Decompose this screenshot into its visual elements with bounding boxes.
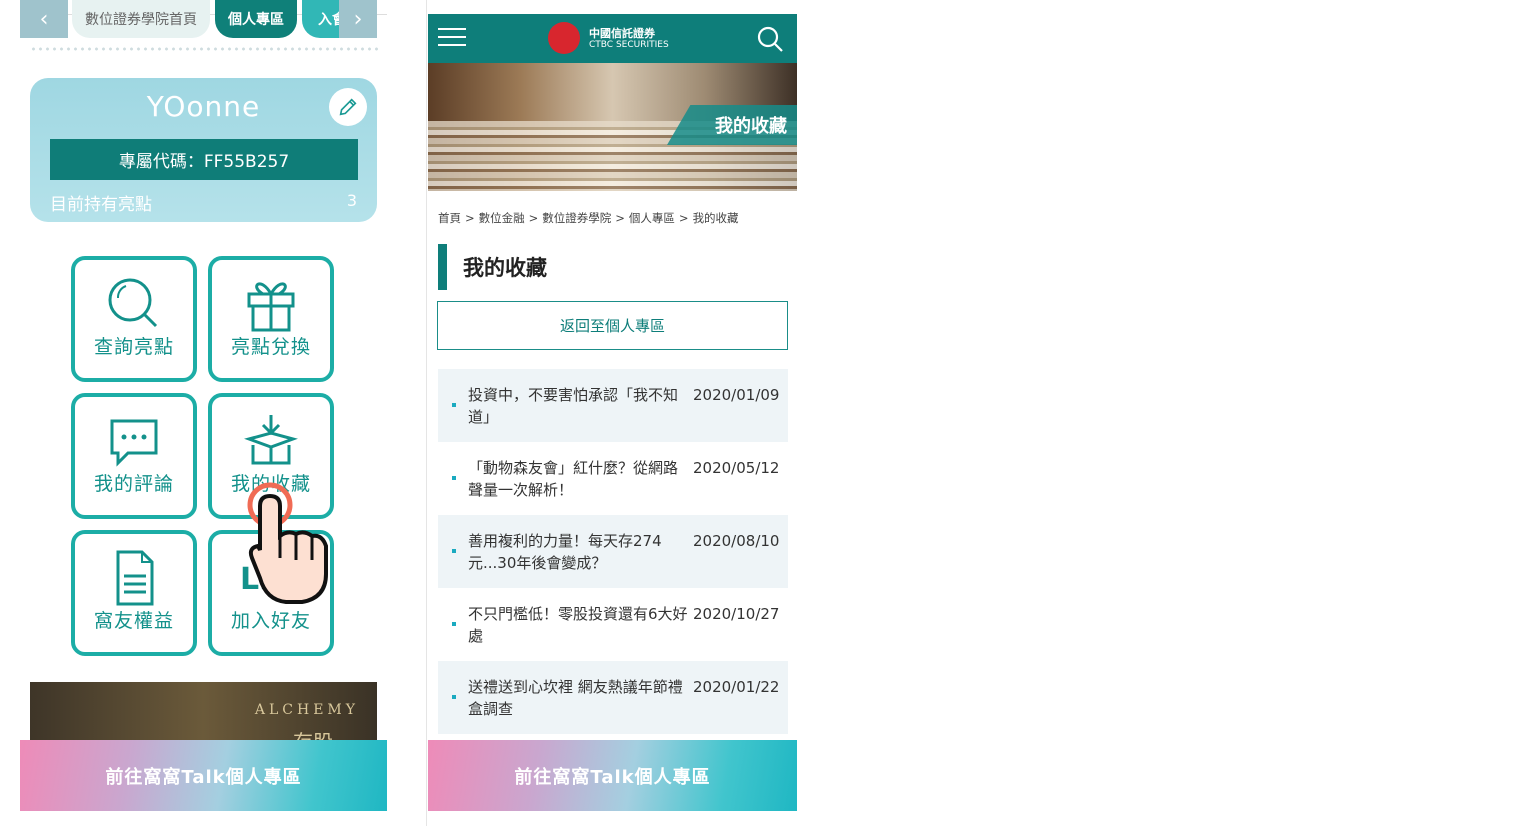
bullet (452, 695, 456, 699)
search-icon[interactable] (757, 26, 783, 52)
breadcrumb-item: 我的收藏 (692, 211, 739, 225)
favorites-list: 投資中，不要害怕承認「我不知道」 2020/01/09 「動物森友會」紅什麼？從… (438, 369, 788, 734)
chat-bubble-icon (75, 409, 193, 473)
box-download-icon (212, 409, 330, 473)
tab-academy-home[interactable]: 數位證券學院首頁 (72, 0, 210, 38)
section-nav: ‹ 數位證券學院首頁 個人專區 入會 › (20, 0, 387, 40)
referral-code: 專屬代碼：FF55B257 (50, 139, 358, 180)
article-date: 2020/01/09 (693, 386, 780, 404)
tile-label: 窩友權益 (93, 610, 174, 632)
logo-line1: 中國信託證券 (589, 27, 655, 40)
tap-hand-icon (247, 482, 328, 604)
tile-label: 亮點兌換 (230, 336, 311, 358)
document-icon (75, 546, 193, 610)
article-date: 2020/08/10 (693, 532, 780, 550)
logo-emblem-icon (548, 22, 580, 54)
goto-talk-button[interactable]: 前往窩窩Talk個人專區 (428, 740, 797, 811)
breadcrumb-sep: > (615, 211, 625, 225)
list-item[interactable]: 投資中，不要害怕承認「我不知道」 2020/01/09 (438, 369, 788, 442)
breadcrumb-sep: > (528, 211, 539, 225)
dotted-divider (30, 46, 380, 52)
bullet (452, 403, 456, 407)
bullet (452, 549, 456, 553)
page-title: 我的收藏 (438, 244, 547, 290)
hero-tag: 我的收藏 (667, 105, 797, 145)
article-title[interactable]: 投資中，不要害怕承認「我不知道」 (468, 384, 692, 428)
ctbc-logo[interactable]: 中國信託證券 CTBC SECURITIES (548, 22, 688, 56)
breadcrumb-item[interactable]: 數位證券學院 (542, 211, 611, 225)
points-label: 目前持有亮點 (50, 195, 152, 215)
tile-label: 加入好友 (230, 610, 311, 632)
list-item[interactable]: 「動物森友會」紅什麼？從網路聲量一次解析！ 2020/05/12 (438, 442, 788, 515)
list-item[interactable]: 不只門檻低！零股投資還有6大好處 2020/10/27 (438, 588, 788, 661)
back-to-personal-button[interactable]: 返回至個人專區 (437, 301, 788, 350)
article-date: 2020/01/22 (693, 678, 780, 696)
profile-card: YOonne 專屬代碼：FF55B257 目前持有亮點 3 (30, 78, 377, 222)
list-item[interactable]: 送禮送到心坎裡 網友熱議年節禮盒調查 2020/01/22 (438, 661, 788, 734)
list-item[interactable]: 善用複利的力量！每天存274元...30年後會變成？ 2020/08/10 (438, 515, 788, 588)
article-title[interactable]: 善用複利的力量！每天存274元...30年後會變成？ (468, 530, 692, 574)
bullet (452, 622, 456, 626)
search-icon (75, 272, 193, 336)
tile-label: 我的評論 (93, 473, 174, 495)
breadcrumb-sep: > (678, 211, 689, 225)
redeem-points-tile[interactable]: 亮點兌換 (208, 256, 334, 382)
tab-personal-area[interactable]: 個人專區 (215, 0, 297, 38)
bullet (452, 476, 456, 480)
pencil-icon[interactable] (329, 88, 367, 126)
hamburger-icon[interactable] (438, 28, 466, 48)
breadcrumb: 首頁 > 數位金融 > 數位證券學院 > 個人專區 > 我的收藏 (438, 210, 739, 226)
chevron-right-icon[interactable]: › (339, 0, 377, 38)
my-comments-tile[interactable]: 我的評論 (71, 393, 197, 519)
gift-icon (212, 272, 330, 336)
username: YOonne (146, 90, 261, 123)
hero-image: 我的收藏 (428, 63, 797, 191)
chevron-left-icon[interactable]: ‹ (20, 0, 68, 38)
breadcrumb-item[interactable]: 個人專區 (629, 211, 675, 225)
article-date: 2020/05/12 (693, 459, 780, 477)
goto-talk-button[interactable]: 前往窩窩Talk個人專區 (20, 740, 387, 811)
article-title[interactable]: 「動物森友會」紅什麼？從網路聲量一次解析！ (468, 457, 692, 501)
points-value: 3 (346, 191, 357, 210)
breadcrumb-item[interactable]: 數位金融 (479, 211, 525, 225)
breadcrumb-item[interactable]: 首頁 (438, 211, 461, 225)
logo-line2: CTBC SECURITIES (589, 40, 669, 50)
article-title[interactable]: 送禮送到心坎裡 網友熱議年節禮盒調查 (468, 676, 692, 720)
article-date: 2020/10/27 (693, 605, 780, 623)
query-points-tile[interactable]: 查詢亮點 (71, 256, 197, 382)
divider (426, 0, 427, 826)
breadcrumb-sep: > (465, 211, 475, 225)
article-title[interactable]: 不只門檻低！零股投資還有6大好處 (468, 603, 692, 647)
member-benefits-tile[interactable]: 窩友權益 (71, 530, 197, 656)
tile-label: 查詢亮點 (93, 336, 174, 358)
banner-text: ALCHEMY (254, 702, 359, 718)
personal-area-panel: ‹ 數位證券學院首頁 個人專區 入會 › YOonne 專屬代碼：FF55B25… (20, 0, 387, 826)
favorites-page: 中國信託證券 CTBC SECURITIES 我的收藏 首頁 > 數位金融 > 數位證券… (428, 14, 797, 811)
site-header: 中國信託證券 CTBC SECURITIES (428, 14, 797, 63)
